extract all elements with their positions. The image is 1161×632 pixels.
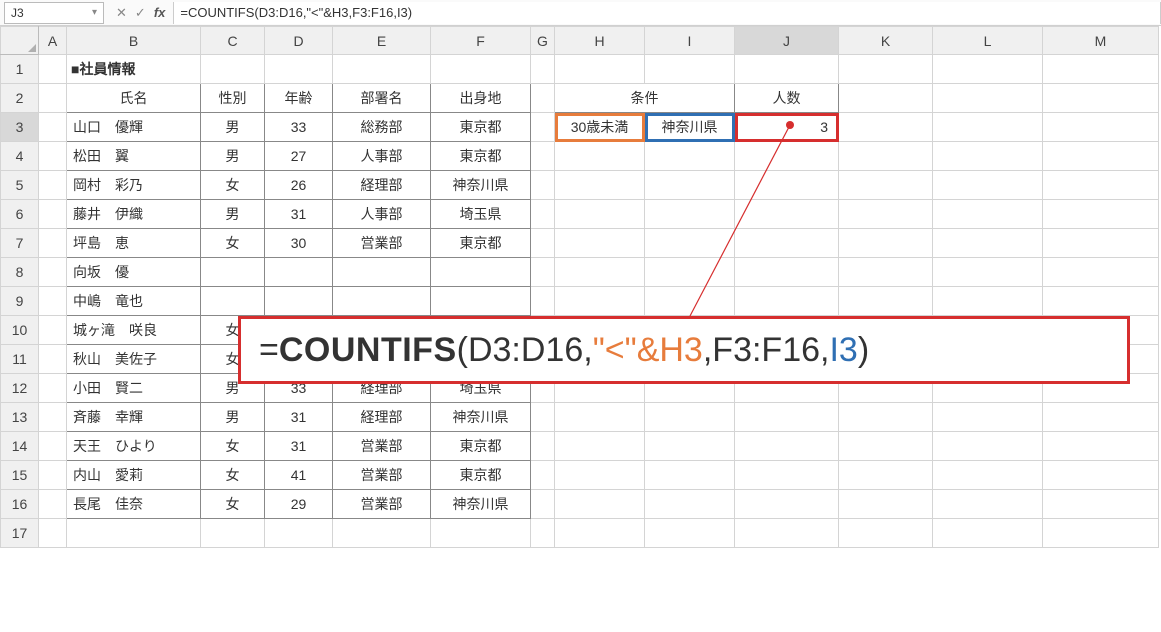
cell-C1[interactable]: [201, 55, 265, 84]
cell-E1[interactable]: [333, 55, 431, 84]
col-M[interactable]: M: [1043, 27, 1159, 55]
row-16: 16長尾 佳奈女29営業部神奈川県: [1, 490, 1159, 519]
cell-L1[interactable]: [933, 55, 1043, 84]
formula-callout: = COUNTIFS ( D3:D16 , "<"& H3 , F3:F16 ,…: [238, 316, 1130, 384]
callout-fn: COUNTIFS: [279, 331, 457, 370]
cell-G1[interactable]: [531, 55, 555, 84]
formula-text: =COUNTIFS(D3:D16,"<"&H3,F3:F16,I3): [180, 5, 412, 20]
rowhdr-1[interactable]: 1: [1, 55, 39, 84]
confirm-icon[interactable]: ✓: [135, 5, 146, 21]
col-F[interactable]: F: [431, 27, 531, 55]
cell-J1[interactable]: [735, 55, 839, 84]
row-2: 2 氏名 性別 年齢 部署名 出身地 条件 人数: [1, 84, 1159, 113]
cell-A2[interactable]: [39, 84, 67, 113]
row-13: 13斉藤 幸輝男31経理部神奈川県: [1, 403, 1159, 432]
name-box[interactable]: J3 ▾: [4, 2, 104, 24]
row-15: 15内山 愛莉女41営業部東京都: [1, 461, 1159, 490]
col-C[interactable]: C: [201, 27, 265, 55]
callout-eq: =: [259, 331, 279, 370]
callout-c3: ,: [820, 331, 829, 370]
cell-D2[interactable]: 年齢: [265, 84, 333, 113]
formula-input[interactable]: =COUNTIFS(D3:D16,"<"&H3,F3:F16,I3): [173, 2, 1161, 24]
col-E[interactable]: E: [333, 27, 431, 55]
row-1: 1 ■社員情報: [1, 55, 1159, 84]
cell-M1[interactable]: [1043, 55, 1159, 84]
col-K[interactable]: K: [839, 27, 933, 55]
cell-G3[interactable]: [531, 113, 555, 142]
cell-B2[interactable]: 氏名: [67, 84, 201, 113]
cell-H2I2[interactable]: 条件: [555, 84, 735, 113]
callout-open: (: [457, 331, 468, 370]
row-3: 3 山口 優輝 男 33 総務部 東京都 30歳未満 神奈川県 3: [1, 113, 1159, 142]
callout-c1: ,: [583, 331, 592, 370]
col-J[interactable]: J: [735, 27, 839, 55]
cell-A1[interactable]: [39, 55, 67, 84]
row-14: 14天王 ひより女31営業部東京都: [1, 432, 1159, 461]
callout-crit: "<"&: [593, 331, 660, 370]
cell-F2[interactable]: 出身地: [431, 84, 531, 113]
cell-I3[interactable]: 神奈川県: [645, 113, 735, 142]
cell-D1[interactable]: [265, 55, 333, 84]
spreadsheet-grid: A B C D E F G H I J K L M 1 ■社員情報 2 氏名 性…: [0, 26, 1161, 548]
callout-h3: H3: [659, 331, 702, 370]
cell-C2[interactable]: 性別: [201, 84, 265, 113]
cell-F3[interactable]: 東京都: [431, 113, 531, 142]
cell-K1[interactable]: [839, 55, 933, 84]
row-6: 6藤井 伊織男31人事部埼玉県: [1, 200, 1159, 229]
rowhdr-3[interactable]: 3: [1, 113, 39, 142]
rowhdr-2[interactable]: 2: [1, 84, 39, 113]
col-D[interactable]: D: [265, 27, 333, 55]
callout-rng1: D3:D16: [468, 331, 583, 370]
formula-bar: J3 ▾ ✕ ✓ fx =COUNTIFS(D3:D16,"<"&H3,F3:F…: [0, 0, 1161, 26]
cell-K3[interactable]: [839, 113, 933, 142]
cell-B3[interactable]: 山口 優輝: [67, 113, 201, 142]
row-4: 4松田 翼男27人事部東京都: [1, 142, 1159, 171]
cell-E2[interactable]: 部署名: [333, 84, 431, 113]
callout-rng2: F3:F16: [712, 331, 820, 370]
row-7: 7坪島 恵女30営業部東京都: [1, 229, 1159, 258]
col-header-row: A B C D E F G H I J K L M: [1, 27, 1159, 55]
cell-F1[interactable]: [431, 55, 531, 84]
cell-J2[interactable]: 人数: [735, 84, 839, 113]
row-9: 9中嶋 竜也: [1, 287, 1159, 316]
cell-L2[interactable]: [933, 84, 1043, 113]
callout-close: ): [858, 331, 869, 370]
callout-c2: ,: [703, 331, 712, 370]
cell-M2[interactable]: [1043, 84, 1159, 113]
cell-B1[interactable]: ■社員情報: [67, 55, 201, 84]
cancel-icon[interactable]: ✕: [116, 5, 127, 21]
cell-C3[interactable]: 男: [201, 113, 265, 142]
name-box-value: J3: [11, 6, 24, 20]
cell-G2[interactable]: [531, 84, 555, 113]
cell-D3[interactable]: 33: [265, 113, 333, 142]
cell-H3[interactable]: 30歳未満: [555, 113, 645, 142]
col-A[interactable]: A: [39, 27, 67, 55]
cell-L3[interactable]: [933, 113, 1043, 142]
cell-H1[interactable]: [555, 55, 645, 84]
col-L[interactable]: L: [933, 27, 1043, 55]
cell-K2[interactable]: [839, 84, 933, 113]
col-H[interactable]: H: [555, 27, 645, 55]
cell-M3[interactable]: [1043, 113, 1159, 142]
sheet-table[interactable]: A B C D E F G H I J K L M 1 ■社員情報 2 氏名 性…: [0, 26, 1159, 548]
select-all-corner[interactable]: [1, 27, 39, 55]
formula-bar-icons: ✕ ✓ fx: [108, 5, 173, 21]
cell-J3[interactable]: 3: [735, 113, 839, 142]
row-17: 17: [1, 519, 1159, 548]
fx-icon[interactable]: fx: [154, 5, 166, 20]
row-5: 5岡村 彩乃女26経理部神奈川県: [1, 171, 1159, 200]
callout-i3: I3: [829, 331, 857, 370]
col-B[interactable]: B: [67, 27, 201, 55]
col-I[interactable]: I: [645, 27, 735, 55]
row-8: 8向坂 優: [1, 258, 1159, 287]
cell-A3[interactable]: [39, 113, 67, 142]
name-box-dropdown-icon[interactable]: ▾: [92, 7, 97, 18]
cell-I1[interactable]: [645, 55, 735, 84]
col-G[interactable]: G: [531, 27, 555, 55]
cell-E3[interactable]: 総務部: [333, 113, 431, 142]
